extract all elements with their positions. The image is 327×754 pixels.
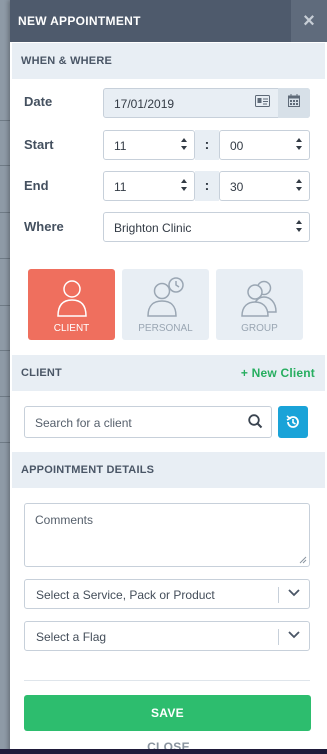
where-select[interactable]: Brighton Clinic <box>103 212 310 242</box>
background-calendar-strip <box>0 0 10 754</box>
end-label: End <box>24 178 49 193</box>
history-icon <box>286 415 299 428</box>
new-client-link[interactable]: + New Client <box>241 366 315 380</box>
client-section-label: CLIENT <box>21 367 62 379</box>
type-personal-label: PERSONAL <box>138 323 193 334</box>
when-where-section-header: WHEN & WHERE <box>12 43 325 79</box>
client-search-placeholder: Search for a client <box>35 416 132 430</box>
start-minute-value: 00 <box>230 139 244 153</box>
appointment-details-section-header: APPOINTMENT DETAILS <box>12 452 325 488</box>
user-icon <box>56 280 87 317</box>
calendar-icon[interactable] <box>278 88 310 118</box>
type-personal-button[interactable]: PERSONAL <box>122 269 209 340</box>
date-label: Date <box>24 94 53 109</box>
flag-placeholder: Select a Flag <box>36 630 107 644</box>
select-arrows-icon <box>296 138 303 152</box>
end-hour-value: 11 <box>114 180 127 194</box>
bottom-edge-strip <box>0 749 327 754</box>
panel-title: NEW APPOINTMENT <box>18 14 141 28</box>
page: NEW APPOINTMENT × WHEN & WHERE Date 17/0… <box>0 0 327 754</box>
chevron-down-icon <box>288 631 300 639</box>
start-hour-value: 11 <box>114 139 127 153</box>
select-divider <box>278 629 279 645</box>
select-arrows-icon <box>181 179 188 193</box>
user-clock-icon <box>146 277 184 317</box>
end-minute-value: 30 <box>230 180 244 194</box>
time-separator: : <box>195 130 219 160</box>
date-value: 17/01/2019 <box>114 97 175 111</box>
start-minute-select[interactable]: 00 <box>219 130 310 160</box>
select-arrows-icon <box>181 138 188 152</box>
where-label: Where <box>24 219 64 234</box>
type-client-label: CLIENT <box>53 323 90 334</box>
resize-grip-icon[interactable] <box>299 556 307 564</box>
save-button[interactable]: SAVE <box>24 695 311 731</box>
chevron-down-icon <box>288 589 300 597</box>
end-minute-select[interactable]: 30 <box>219 171 310 201</box>
flag-select[interactable]: Select a Flag <box>24 621 310 651</box>
where-value: Brighton Clinic <box>114 221 192 235</box>
search-icon[interactable] <box>248 414 263 434</box>
service-placeholder: Select a Service, Pack or Product <box>36 588 215 602</box>
footer-divider <box>24 680 310 681</box>
type-group-label: GROUP <box>241 323 278 334</box>
comments-placeholder: Comments <box>35 513 94 527</box>
client-search-input[interactable]: Search for a client <box>24 406 272 438</box>
select-divider <box>278 587 279 603</box>
date-field[interactable]: 17/01/2019 <box>103 88 310 118</box>
comments-textarea[interactable]: Comments <box>24 503 310 567</box>
panel-header: NEW APPOINTMENT × <box>10 0 327 42</box>
start-label: Start <box>24 137 54 152</box>
users-icon <box>240 280 277 317</box>
end-hour-select[interactable]: 11 <box>103 171 195 201</box>
select-arrows-icon <box>296 220 303 234</box>
history-button[interactable] <box>278 406 308 438</box>
type-group-button[interactable]: GROUP <box>216 269 303 340</box>
select-arrows-icon <box>296 179 303 193</box>
client-section-header: CLIENT + New Client <box>12 355 325 391</box>
service-select[interactable]: Select a Service, Pack or Product <box>24 579 310 609</box>
type-client-button[interactable]: CLIENT <box>28 269 115 340</box>
close-icon[interactable]: × <box>291 0 327 42</box>
start-hour-select[interactable]: 11 <box>103 130 195 160</box>
id-card-icon[interactable] <box>246 88 278 118</box>
time-separator: : <box>195 171 219 201</box>
new-appointment-panel: NEW APPOINTMENT × WHEN & WHERE Date 17/0… <box>10 0 327 754</box>
appointment-details-section-label: APPOINTMENT DETAILS <box>21 464 155 476</box>
when-where-section-label: WHEN & WHERE <box>21 55 113 67</box>
